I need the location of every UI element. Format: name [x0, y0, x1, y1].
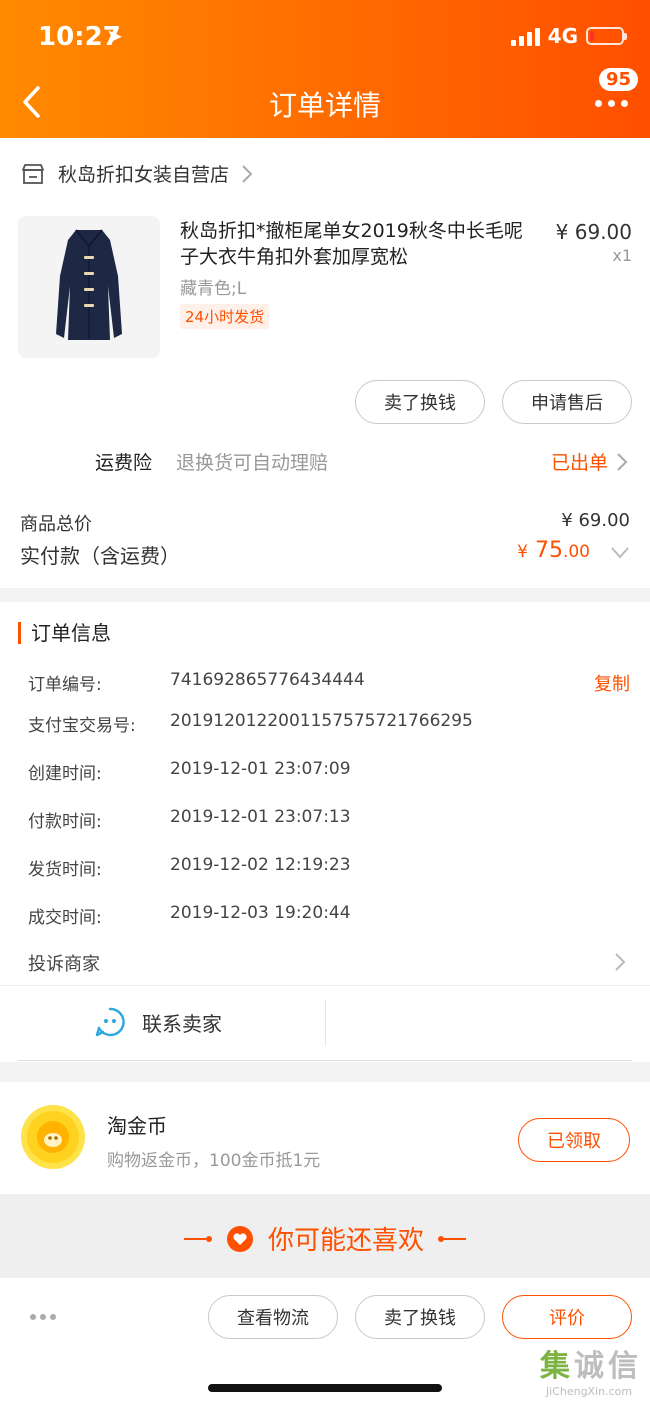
page-title: 订单详情: [268, 89, 381, 122]
taobao-coin-card: 淘金币 购物返金币，100金币抵1元 已领取: [0, 1082, 650, 1194]
signal-icon: [510, 26, 540, 46]
paid-integer: 75: [534, 538, 563, 563]
sell-for-cash-button[interactable]: 卖了换钱: [355, 1295, 485, 1339]
paid-decimal: .00: [562, 542, 590, 562]
divider: [325, 1000, 326, 1046]
divider: [18, 1060, 632, 1061]
product-price: ¥ 69.00: [555, 220, 632, 244]
status-indicators: 4G: [510, 24, 627, 48]
more-menu-button[interactable]: 95: [590, 68, 638, 120]
more-dots-icon: [595, 100, 628, 107]
order-number-label: 订单编号:: [28, 675, 102, 695]
header: 10:27 ➤ 4G 订单详情 95: [0, 0, 650, 138]
after-sale-button[interactable]: 申请售后: [502, 380, 632, 424]
product-title[interactable]: 秋岛折扣*撤柜尾单女2019秋冬中长毛呢子大衣牛角扣外套加厚宽松: [180, 218, 540, 270]
watermark-logo: 集 诚 信 JiChengXin.com: [540, 1341, 638, 1398]
recommend-section: 你可能还喜欢: [0, 1194, 650, 1278]
location-arrow-icon: ➤: [106, 24, 123, 48]
complain-seller-link[interactable]: 投诉商家: [28, 950, 100, 976]
review-button[interactable]: 评价: [502, 1295, 632, 1339]
paid-time-label: 付款时间:: [28, 812, 102, 832]
watermark-char: 集: [540, 1349, 570, 1384]
order-number-value: 741692865776434444: [170, 670, 365, 690]
gold-coin-icon: [21, 1105, 85, 1169]
contact-seller-button[interactable]: 联系卖家: [94, 1006, 222, 1038]
home-indicator[interactable]: [208, 1384, 442, 1392]
shipped-time-value: 2019-12-02 12:19:23: [170, 855, 351, 875]
order-info-title: 订单信息: [18, 622, 111, 644]
shop-link[interactable]: 秋岛折扣女装自营店: [20, 160, 253, 187]
network-type: 4G: [547, 24, 578, 48]
product-image[interactable]: [18, 216, 160, 358]
shipping-insurance-status[interactable]: 已出单: [551, 448, 628, 475]
paid-amount-label: 实付款（含运费）: [20, 544, 180, 568]
deal-time-label: 成交时间:: [28, 908, 102, 928]
order-item-card: 秋岛折扣女装自营店 秋岛折扣*撤柜尾单女2019秋冬中长毛呢子大衣牛角扣外套加厚…: [0, 138, 650, 588]
watermark-char: 信: [608, 1349, 638, 1384]
watermark-char: 诚: [574, 1349, 604, 1384]
shop-icon: [22, 163, 44, 184]
shipping-tag: 24小时发货: [180, 304, 270, 329]
order-info-card: 订单信息 订单编号: 741692865776434444 复制 支付宝交易号:…: [0, 602, 650, 1062]
insurance-status-text: 已出单: [550, 452, 608, 474]
coin-description: 购物返金币，100金币抵1元: [107, 1151, 321, 1171]
product-sku: 藏青色;L: [180, 279, 247, 299]
copy-button[interactable]: 复制: [594, 670, 630, 696]
message-count-badge: 95: [598, 68, 638, 91]
coin-title: 淘金币: [107, 1114, 167, 1138]
alipay-trade-value: 2019120122001157575721766295: [170, 711, 473, 731]
chevron-right-icon: [242, 164, 253, 183]
sell-for-cash-button[interactable]: 卖了换钱: [355, 380, 485, 424]
goods-total-value: ¥ 69.00: [561, 510, 630, 531]
bottom-action-bar: 查看物流 卖了换钱 评价 集 诚 信 JiChengXin.com: [0, 1278, 650, 1406]
heart-icon: [226, 1225, 253, 1252]
more-actions-icon[interactable]: [30, 1314, 56, 1320]
contact-seller-label: 联系卖家: [142, 1011, 222, 1036]
decorative-line: [183, 1235, 212, 1242]
alipay-trade-label: 支付宝交易号:: [28, 716, 136, 736]
coin-claimed-button[interactable]: 已领取: [518, 1118, 630, 1162]
chevron-right-icon: [617, 452, 628, 471]
shipped-time-label: 发货时间:: [28, 860, 102, 880]
paid-amount-value: ¥ 75.00: [517, 538, 590, 563]
product-quantity: x1: [612, 246, 632, 265]
chevron-right-icon: [615, 953, 626, 971]
shipping-insurance-desc: 退换货可自动理赔: [176, 452, 329, 474]
created-time-label: 创建时间:: [28, 764, 102, 784]
battery-icon: [586, 27, 627, 45]
view-logistics-button[interactable]: 查看物流: [208, 1295, 338, 1339]
goods-total-label: 商品总价: [20, 514, 92, 535]
chevron-down-icon[interactable]: [610, 546, 630, 560]
watermark-url: JiChengXin.com: [545, 1385, 633, 1398]
shop-name: 秋岛折扣女装自营店: [58, 164, 230, 186]
deal-time-value: 2019-12-03 19:20:44: [170, 903, 351, 923]
decorative-line: [438, 1235, 466, 1242]
shipping-insurance-label: 运费险: [95, 452, 153, 474]
chat-face-icon: [95, 1007, 125, 1037]
recommend-title: 你可能还喜欢: [267, 1226, 424, 1256]
paid-time-value: 2019-12-01 23:07:13: [170, 807, 351, 827]
divider: [0, 985, 650, 986]
coat-image: [18, 216, 160, 358]
created-time-value: 2019-12-01 23:07:09: [170, 759, 351, 779]
paid-currency: ¥: [517, 542, 528, 562]
